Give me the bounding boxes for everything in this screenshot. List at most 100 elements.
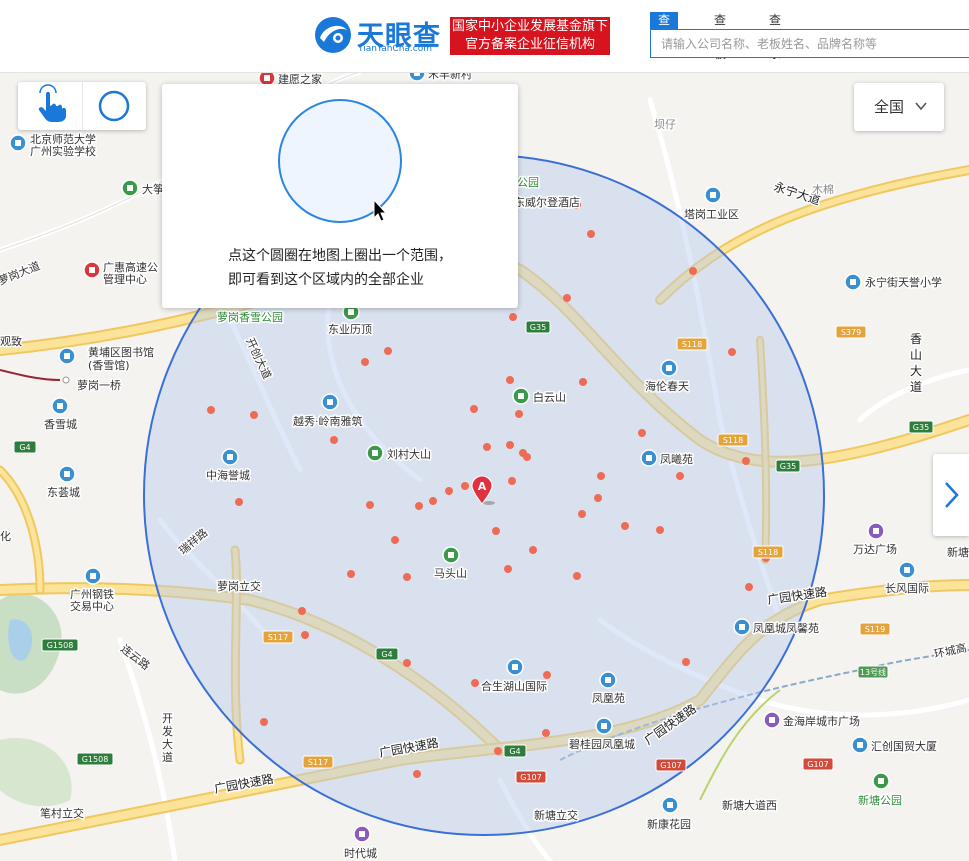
company-dot[interactable] <box>250 411 258 419</box>
circle-select-button[interactable] <box>82 82 146 130</box>
poi-label[interactable]: 木棉 <box>811 181 836 198</box>
company-dot[interactable] <box>492 527 500 535</box>
company-dot[interactable] <box>235 498 243 506</box>
company-dot[interactable] <box>515 410 523 418</box>
company-dot[interactable] <box>689 267 697 275</box>
company-dot[interactable] <box>638 429 646 437</box>
poi-label[interactable]: 合生湖山国际 <box>480 678 549 695</box>
company-dot[interactable] <box>529 546 537 554</box>
company-dot[interactable] <box>542 729 550 737</box>
company-dot[interactable] <box>366 501 374 509</box>
poi-label[interactable]: 公园 <box>516 175 541 191</box>
poi-label[interactable]: 海伦春天 <box>644 378 691 395</box>
company-dot[interactable] <box>509 313 517 321</box>
poi-label[interactable]: 凤凰苑 <box>591 691 627 707</box>
poi-label[interactable]: 时代城 <box>343 846 379 861</box>
search-input[interactable] <box>659 30 969 58</box>
poi-label[interactable]: 新塘 <box>946 544 969 561</box>
company-dot[interactable] <box>413 770 421 778</box>
poi-label[interactable]: 越秀·岭南雅筑 <box>292 413 365 430</box>
tianyancha-logo-icon[interactable] <box>314 16 352 54</box>
poi-label[interactable]: 萝岗香雪公园 <box>216 310 285 326</box>
company-dot[interactable] <box>682 658 690 666</box>
company-dot[interactable] <box>471 679 479 687</box>
pan-tool-button[interactable] <box>18 82 83 130</box>
company-dot[interactable] <box>594 494 602 502</box>
company-dot[interactable] <box>543 671 551 679</box>
poi-label[interactable]: 萝岗一桥 <box>76 378 123 394</box>
tab-search-boss[interactable]: 查老板 <box>714 12 726 61</box>
poi-label[interactable]: 刘村大山 <box>386 446 433 463</box>
poi-label[interactable]: (香雪馆) <box>87 357 132 374</box>
poi-label[interactable]: 凤曦苑 <box>659 451 695 468</box>
company-dot[interactable] <box>745 583 753 591</box>
poi-label[interactable]: 中海誉城 <box>205 467 252 484</box>
company-dot[interactable] <box>728 348 736 356</box>
poi-label[interactable]: 笔村立交 <box>39 805 86 822</box>
company-dot[interactable] <box>494 747 502 755</box>
poi-label[interactable]: 化 <box>0 528 13 545</box>
poi-label[interactable]: 香雪城 <box>43 417 79 433</box>
company-dot[interactable] <box>578 510 586 518</box>
poi-label[interactable]: 新康花园 <box>646 816 693 833</box>
company-dot[interactable] <box>504 565 512 573</box>
poi-label[interactable]: 禾丰新村 <box>427 72 474 83</box>
poi-label[interactable]: 金海岸城市广场 <box>782 713 862 730</box>
company-dot[interactable] <box>523 453 531 461</box>
poi-label[interactable]: 管理中心 <box>102 271 149 288</box>
poi-label[interactable]: 马头山 <box>433 566 469 582</box>
poi-label[interactable]: 萝岗立交 <box>216 578 263 595</box>
company-dot[interactable] <box>563 294 571 302</box>
company-dot[interactable] <box>384 347 392 355</box>
poi-label[interactable]: 交易中心 <box>69 598 116 615</box>
poi-label[interactable]: 碧桂园凤凰城 <box>568 736 637 753</box>
company-dot[interactable] <box>508 477 516 485</box>
company-dot[interactable] <box>403 659 411 667</box>
company-dot[interactable] <box>429 497 437 505</box>
company-dot[interactable] <box>391 536 399 544</box>
poi-label[interactable]: 万达广场 <box>852 541 899 558</box>
poi-label[interactable]: 黄埔区图书馆 <box>87 344 156 361</box>
company-dot[interactable] <box>260 718 268 726</box>
poi-label[interactable]: 凤凰城凤馨苑 <box>752 620 821 637</box>
company-dot[interactable] <box>361 358 369 366</box>
poi-label[interactable]: 长风国际 <box>884 581 931 597</box>
poi-label[interactable]: 坝仔 <box>653 116 678 133</box>
poi-label[interactable]: 东荟城 <box>46 484 82 501</box>
region-select[interactable]: 全国 <box>854 83 944 131</box>
poi-label[interactable]: 北京师范大学 <box>29 131 98 148</box>
company-dot[interactable] <box>403 573 411 581</box>
poi-label[interactable]: 大筝 <box>141 181 166 198</box>
tab-search-company[interactable]: 查公司 <box>650 12 679 61</box>
poi-label[interactable]: 东业历顶 <box>327 322 374 338</box>
poi-label[interactable]: 永宁街天誉小学 <box>864 274 944 291</box>
company-dot[interactable] <box>415 502 423 510</box>
poi-label[interactable]: 广惠高速公 <box>102 259 160 276</box>
company-dot[interactable] <box>506 441 514 449</box>
company-dot[interactable] <box>330 436 338 444</box>
company-dot[interactable] <box>483 443 491 451</box>
poi-label[interactable]: 观致 <box>0 333 24 350</box>
company-dot[interactable] <box>579 378 587 386</box>
company-dot[interactable] <box>573 572 581 580</box>
company-dot[interactable] <box>301 631 309 639</box>
poi-label[interactable]: 广州实验学校 <box>29 143 98 160</box>
company-dot[interactable] <box>461 482 469 490</box>
poi-label[interactable]: 新塘大道西 <box>721 797 779 814</box>
company-dot[interactable] <box>676 472 684 480</box>
company-dot[interactable] <box>470 405 478 413</box>
poi-label[interactable]: 新塘公园 <box>857 792 904 809</box>
company-dot[interactable] <box>656 526 664 534</box>
company-dot[interactable] <box>506 376 514 384</box>
company-dot[interactable] <box>587 230 595 238</box>
poi-label[interactable]: 塔岗工业区 <box>683 207 741 223</box>
company-dot[interactable] <box>621 522 629 530</box>
bridge-point-icon[interactable] <box>62 376 70 384</box>
side-panel-toggle[interactable] <box>933 454 969 536</box>
poi-label[interactable]: 白云山 <box>532 389 568 406</box>
company-dot[interactable] <box>298 607 306 615</box>
company-dot[interactable] <box>445 487 453 495</box>
poi-label[interactable]: 新塘立交 <box>533 807 580 824</box>
company-dot[interactable] <box>347 570 355 578</box>
company-dot[interactable] <box>207 406 215 414</box>
